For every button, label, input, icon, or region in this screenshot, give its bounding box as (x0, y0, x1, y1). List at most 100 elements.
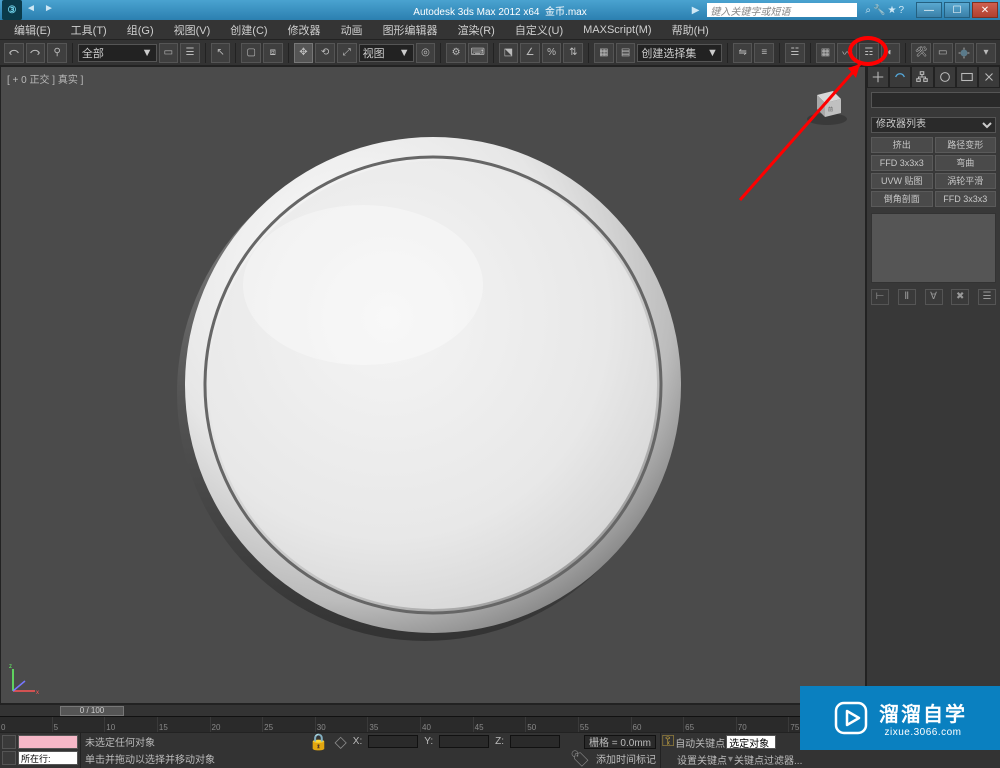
configure-sets-icon[interactable]: ☰ (978, 289, 996, 305)
angle-snap-icon[interactable]: ∠ (520, 43, 540, 63)
material-icon[interactable]: ◐ (881, 43, 901, 63)
coord-x-input[interactable] (368, 735, 418, 748)
viewcube[interactable]: 前 (803, 81, 851, 129)
pivot-icon[interactable]: ◎ (416, 43, 436, 63)
move-icon[interactable]: ✥ (294, 43, 314, 63)
align-icon[interactable]: ≡ (754, 43, 774, 63)
add-time-tag[interactable]: 添加时间标记 (596, 751, 656, 766)
mod-path-deform[interactable]: 路径变形 (935, 137, 997, 153)
render-preset-icon[interactable]: ▾ (976, 43, 996, 63)
coord-y-input[interactable] (439, 735, 489, 748)
render-setup-icon[interactable]: 🛠 (911, 43, 931, 63)
lock-icon[interactable]: 🔒 (309, 732, 329, 752)
menu-modifiers[interactable]: 修改器 (278, 20, 331, 40)
menu-create[interactable]: 创建(C) (220, 20, 277, 40)
auto-key-button[interactable]: 自动关键点 (675, 735, 725, 750)
ref-coord-dropdown[interactable]: 视图▼ (359, 44, 414, 62)
menu-group[interactable]: 组(G) (117, 20, 164, 40)
redo-link-icon[interactable] (26, 43, 46, 63)
wrench-icon[interactable]: 🔧 (873, 5, 885, 16)
graphite-icon[interactable]: ▦ (816, 43, 836, 63)
binoculars-icon[interactable]: ⌕ (865, 5, 871, 16)
key-filter-icon[interactable]: ▾ (728, 754, 733, 765)
viewport-label[interactable]: [ + 0 正交 ] 真实 ] (7, 71, 83, 86)
curve-editor-icon[interactable]: 〰 (837, 43, 857, 63)
grid-readout: 栅格 = 0.0mm (584, 735, 656, 749)
help-search-input[interactable]: 键入关键字或短语 (707, 3, 857, 17)
viewport[interactable]: [ + 0 正交 ] 真实 ] (0, 66, 866, 704)
tab-display[interactable] (956, 66, 978, 88)
scale-icon[interactable]: ⤢ (337, 43, 357, 63)
mod-ffd[interactable]: FFD 3x3x3 (871, 155, 933, 171)
named-sel-icon[interactable]: ▤ (616, 43, 636, 63)
remove-modifier-icon[interactable]: ✖ (951, 289, 969, 305)
menu-maxscript[interactable]: MAXScript(M) (573, 22, 661, 38)
make-unique-icon[interactable]: ∀ (925, 289, 943, 305)
modifier-stack[interactable] (871, 213, 996, 283)
help-icon[interactable]: ? (898, 5, 904, 16)
lock-mini-icon[interactable] (2, 751, 16, 765)
selected-dropdown[interactable]: 选定对象 (726, 735, 776, 749)
keyboard-shortcut-icon[interactable]: ⌨ (468, 43, 488, 63)
search-arrow-icon[interactable]: ▶ (692, 5, 700, 16)
menu-graph-editors[interactable]: 图形编辑器 (373, 20, 448, 40)
isolate-icon[interactable]: ◇ (334, 732, 346, 752)
tag-icon[interactable]: 🏷 (570, 749, 590, 768)
menu-customize[interactable]: 自定义(U) (505, 20, 573, 40)
object-name-input[interactable] (871, 92, 1000, 108)
menu-view[interactable]: 视图(V) (164, 20, 221, 40)
tab-create[interactable] (867, 66, 889, 88)
render-frame-icon[interactable]: ▭ (933, 43, 953, 63)
undo-link-icon[interactable] (4, 43, 24, 63)
cursor-icon[interactable]: ↖ (211, 43, 231, 63)
menu-edit[interactable]: 编辑(E) (4, 20, 61, 40)
menu-animation[interactable]: 动画 (331, 20, 373, 40)
star-icon[interactable]: ★ (887, 5, 896, 16)
left-arrow-icon[interactable]: ◄ (26, 3, 40, 17)
right-arrow-icon[interactable]: ► (44, 3, 58, 17)
key-icon[interactable]: ⚿ (662, 733, 674, 751)
mod-ffd2[interactable]: FFD 3x3x3 (935, 191, 997, 207)
schematic-icon[interactable]: ☶ (859, 43, 879, 63)
rotate-icon[interactable]: ⟲ (315, 43, 335, 63)
coord-z-input[interactable] (510, 735, 560, 748)
menu-render[interactable]: 渲染(R) (448, 20, 505, 40)
minimize-button[interactable]: — (916, 2, 942, 18)
maximize-button[interactable]: ☐ (944, 2, 970, 18)
modifier-list-dropdown[interactable]: 修改器列表 (871, 117, 996, 133)
selection-filter-dropdown[interactable]: 全部▼ (78, 44, 157, 62)
set-key-button[interactable]: 设置关键点 (677, 752, 727, 767)
region-rect-icon[interactable]: ▢ (241, 43, 261, 63)
now-row-input[interactable]: 所在行: (18, 751, 78, 765)
select-object-icon[interactable]: ▭ (159, 43, 179, 63)
menu-tools[interactable]: 工具(T) (61, 20, 117, 40)
spinner-snap-icon[interactable]: ⇅ (563, 43, 583, 63)
key-filter-button[interactable]: 关键点过滤器... (734, 752, 802, 767)
e-poly-icon[interactable]: ▦ (594, 43, 614, 63)
close-button[interactable]: ✕ (972, 2, 998, 18)
bind-icon[interactable]: ⚲ (47, 43, 67, 63)
tab-utilities[interactable] (978, 66, 1000, 88)
menu-help[interactable]: 帮助(H) (662, 20, 719, 40)
percent-snap-icon[interactable]: % (542, 43, 562, 63)
script-mini-icon[interactable] (2, 735, 16, 749)
mod-bend[interactable]: 弯曲 (935, 155, 997, 171)
time-slider-thumb[interactable]: 0 / 100 (60, 706, 124, 716)
named-selection-dropdown[interactable]: 创建选择集▼ (637, 44, 721, 62)
tab-modify[interactable] (889, 66, 911, 88)
render-icon[interactable] (955, 43, 975, 63)
layer-icon[interactable]: ☱ (785, 43, 805, 63)
mod-extrude[interactable]: 挤出 (871, 137, 933, 153)
pin-stack-icon[interactable]: ⊢ (871, 289, 889, 305)
window-crossing-icon[interactable]: ⧈ (263, 43, 283, 63)
snap-toggle-icon[interactable]: ⬔ (499, 43, 519, 63)
manipulate-icon[interactable]: ⚙ (446, 43, 466, 63)
tab-hierarchy[interactable] (911, 66, 933, 88)
mod-turbosmooth[interactable]: 涡轮平滑 (935, 173, 997, 189)
select-name-icon[interactable]: ☰ (180, 43, 200, 63)
tab-motion[interactable] (934, 66, 956, 88)
show-end-result-icon[interactable]: Ⅱ (898, 289, 916, 305)
mod-uvw[interactable]: UVW 贴图 (871, 173, 933, 189)
mirror-icon[interactable]: ⇋ (733, 43, 753, 63)
mod-bevel-profile[interactable]: 倒角剖面 (871, 191, 933, 207)
